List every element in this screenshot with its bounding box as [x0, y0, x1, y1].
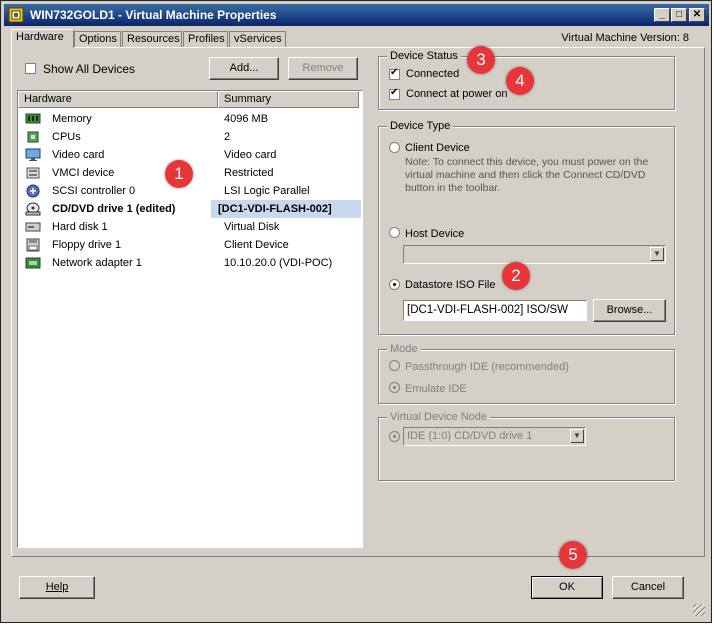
title-bar[interactable]: WIN732GOLD1 - Virtual Machine Properties… [4, 4, 709, 26]
cd-drive-icon [25, 202, 41, 216]
passthrough-ide-radio[interactable] [389, 360, 400, 371]
client-device-radio[interactable] [389, 142, 400, 153]
help-button[interactable]: Help [19, 576, 95, 599]
hardware-row-video-card[interactable]: Video card Video card [18, 146, 360, 164]
virtual-device-node-select[interactable]: IDE (1:0) CD/DVD drive 1 ▼ [403, 427, 586, 446]
callout-5: 5 [559, 541, 587, 569]
client-device-note-2: virtual machine and then click the Conne… [405, 169, 646, 181]
mode-legend: Mode [387, 343, 421, 355]
hardware-row-name: CPUs [52, 131, 81, 143]
close-button[interactable]: ✕ [689, 8, 705, 22]
hardware-row-summary: Client Device [224, 239, 289, 251]
device-status-legend: Device Status [387, 50, 461, 62]
hardware-row-memory[interactable]: Memory 4096 MB [18, 110, 360, 128]
vm-version-label: Virtual Machine Version: 8 [561, 32, 689, 44]
minimize-button[interactable]: _ [654, 8, 670, 22]
hardware-row-summary: 4096 MB [224, 113, 269, 125]
remove-button[interactable]: Remove [288, 57, 358, 80]
hardware-row-cd-dvd[interactable]: CD/DVD drive 1 (edited) [DC1-VDI-FLASH-0… [18, 200, 361, 218]
tab-hardware[interactable]: Hardware [11, 29, 74, 48]
ok-button[interactable]: OK [531, 576, 603, 599]
tab-vservices[interactable]: vServices [229, 31, 286, 47]
datastore-iso-label: Datastore ISO File [405, 279, 496, 291]
add-button[interactable]: Add... [209, 57, 279, 80]
client-device-note-3: button in the toolbar. [405, 182, 501, 194]
callout-2: 2 [502, 262, 530, 290]
hardware-row-name: VMCI device [52, 167, 115, 179]
hardware-row-summary: [DC1-VDI-FLASH-002] [218, 203, 332, 215]
column-header-hardware[interactable]: Hardware [18, 91, 218, 108]
hardware-row-scsi[interactable]: SCSI controller 0 LSI Logic Parallel [18, 182, 360, 200]
network-icon [25, 257, 41, 269]
hardware-row-hard-disk[interactable]: Hard disk 1 Virtual Disk [18, 218, 360, 236]
hardware-row-summary: Virtual Disk [224, 221, 280, 233]
passthrough-ide-label: Passthrough IDE (recommended) [405, 361, 569, 373]
hardware-row-summary: LSI Logic Parallel [224, 185, 310, 197]
connect-at-power-on-checkbox[interactable] [389, 87, 400, 100]
hardware-list[interactable]: Hardware Summary Memory 4096 MB CPUs 2 V… [17, 90, 363, 548]
hardware-row-name: Floppy drive 1 [52, 239, 122, 251]
hardware-row-name: Hard disk 1 [52, 221, 108, 233]
show-all-devices-label: Show All Devices [43, 62, 136, 76]
memory-icon [25, 113, 41, 124]
hardware-row-summary: 10.10.20.0 (VDI-POC) [224, 257, 333, 269]
column-header-summary[interactable]: Summary [218, 91, 359, 108]
hardware-row-floppy[interactable]: Floppy drive 1 Client Device [18, 236, 360, 254]
emulate-ide-radio[interactable] [389, 382, 400, 393]
client-device-note-1: Note: To connect this device, you must p… [405, 156, 649, 168]
host-device-radio[interactable] [389, 227, 400, 238]
connected-checkbox[interactable] [389, 67, 400, 80]
browse-button[interactable]: Browse... [593, 299, 666, 322]
iso-path-input[interactable]: [DC1-VDI-FLASH-002] ISO/SW [403, 300, 587, 321]
scsi-icon [26, 184, 40, 198]
cancel-button[interactable]: Cancel [612, 576, 684, 599]
tab-profiles[interactable]: Profiles [183, 31, 228, 47]
hardware-row-network[interactable]: Network adapter 1 10.10.20.0 (VDI-POC) [18, 254, 360, 272]
device-type-legend: Device Type [387, 120, 454, 132]
maximize-button[interactable]: □ [671, 8, 687, 22]
connect-at-power-on-label: Connect at power on [406, 88, 508, 100]
floppy-icon [26, 238, 40, 252]
hardware-row-name: Video card [52, 149, 105, 161]
hardware-row-name: Network adapter 1 [52, 257, 142, 269]
hardware-row-name: CD/DVD drive 1 (edited) [52, 203, 176, 215]
virtual-device-node-legend: Virtual Device Node [387, 411, 491, 423]
tab-resources[interactable]: Resources [122, 31, 182, 47]
hardware-row-summary: Video card [224, 149, 277, 161]
mode-group: Mode [378, 343, 675, 404]
window-title: WIN732GOLD1 - Virtual Machine Properties [30, 8, 277, 22]
callout-4: 4 [506, 67, 534, 95]
hardware-row-summary: 2 [224, 131, 231, 143]
hardware-row-name: Memory [52, 113, 92, 125]
chevron-down-icon[interactable]: ▼ [570, 429, 584, 443]
host-device-select[interactable]: ▼ [403, 245, 666, 264]
client-device-label: Client Device [405, 142, 470, 154]
callout-3: 3 [467, 46, 495, 74]
tab-options[interactable]: Options [74, 31, 121, 47]
resize-grip-icon[interactable] [693, 604, 705, 616]
host-device-label: Host Device [405, 228, 465, 240]
show-all-devices-checkbox[interactable] [25, 63, 36, 74]
virtual-device-node-radio[interactable] [389, 431, 400, 442]
vm-app-icon [8, 7, 24, 23]
properties-window: WIN732GOLD1 - Virtual Machine Properties… [0, 0, 712, 623]
connected-label: Connected [406, 68, 460, 80]
emulate-ide-label: Emulate IDE [405, 383, 467, 395]
callout-1: 1 [165, 160, 193, 188]
hardware-row-cpus[interactable]: CPUs 2 [18, 128, 360, 146]
cpu-icon [27, 131, 39, 143]
virtual-device-node-value: IDE (1:0) CD/DVD drive 1 [407, 430, 533, 442]
hardware-row-summary: Restricted [224, 167, 274, 179]
hardware-row-name: SCSI controller 0 [52, 185, 136, 197]
hard-disk-icon [25, 222, 41, 232]
monitor-icon [25, 148, 41, 161]
datastore-iso-radio[interactable] [389, 279, 400, 290]
vmci-icon [26, 167, 40, 179]
chevron-down-icon[interactable]: ▼ [650, 247, 664, 261]
